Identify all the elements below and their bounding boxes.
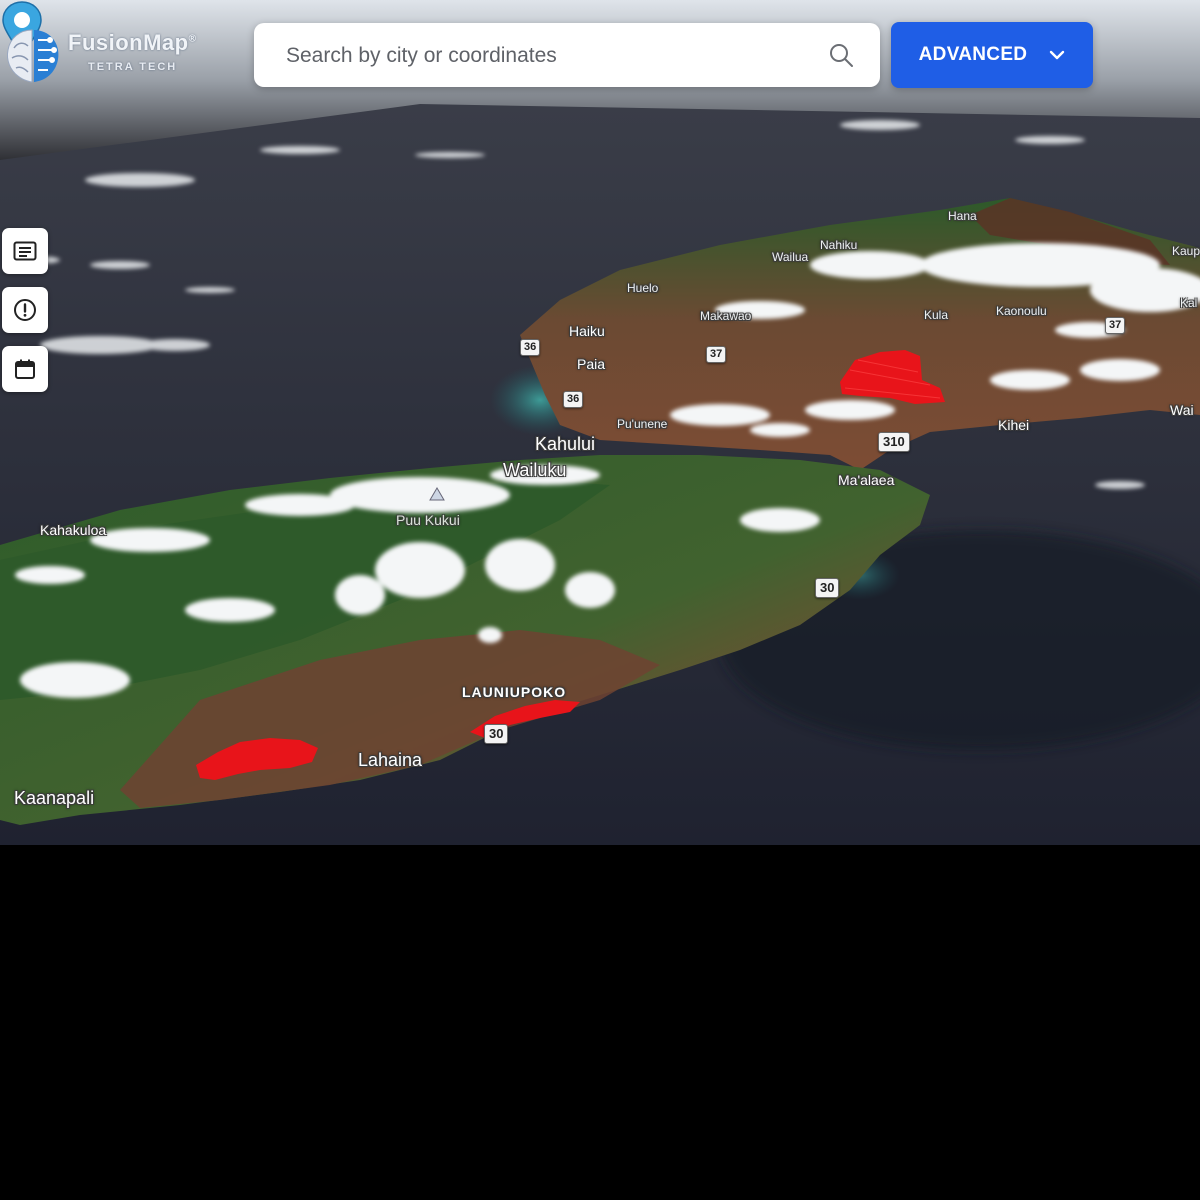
place-label-wailea: Wai <box>1170 402 1194 418</box>
place-label-lahaina: Lahaina <box>358 750 423 770</box>
place-label-paia: Paia <box>577 356 606 372</box>
legend-button[interactable] <box>2 228 48 274</box>
place-label-wailuku: Wailuku <box>503 460 567 480</box>
place-label-hana: Hana <box>948 209 977 223</box>
route-shield-30: 30 <box>815 578 840 598</box>
place-label-haiku: Haiku <box>569 323 605 339</box>
route-shield-37: 37 <box>1105 317 1126 334</box>
alert-circle-icon <box>14 299 36 321</box>
route-shield-30: 30 <box>484 724 509 744</box>
company-name: TETRA TECH <box>88 61 178 73</box>
app-name-text: FusionMap <box>68 30 189 55</box>
place-label-nahiku: Nahiku <box>820 238 858 252</box>
advanced-label: ADVANCED <box>918 44 1028 65</box>
map-view[interactable]: Kaanapali Lahaina LAUNIUPOKO Kahakuloa P… <box>0 0 1200 845</box>
search-bar <box>254 23 880 87</box>
peak-icon <box>429 487 445 501</box>
calendar-icon <box>15 359 35 379</box>
place-label-makawao: Makawao <box>700 309 752 323</box>
search-icon[interactable] <box>826 40 858 72</box>
place-label-maalaea: Ma'alaea <box>838 472 895 488</box>
place-label-kahului: Kahului <box>535 434 596 454</box>
app-logo[interactable]: FusionMap® TETRA TECH <box>0 18 210 88</box>
place-label-wailua: Wailua <box>772 250 809 264</box>
place-label-launiupoko: LAUNIUPOKO <box>462 684 567 700</box>
app-name: FusionMap® <box>68 30 196 56</box>
place-label-huelo: Huelo <box>627 281 659 295</box>
place-label-puu-kukui: Puu Kukui <box>396 512 460 528</box>
list-icon <box>13 241 37 261</box>
place-label-kahakuloa: Kahakuloa <box>40 522 107 538</box>
fusionmap-logo-icon <box>7 29 59 83</box>
route-shield-37: 37 <box>706 346 727 363</box>
letterbox-bar <box>0 845 1200 1200</box>
place-label-kahikinui: Kal <box>1180 296 1198 310</box>
route-shield-310: 310 <box>878 432 910 452</box>
place-label-kaonoulu: Kaonoulu <box>996 304 1047 318</box>
route-shield-36: 36 <box>563 391 584 408</box>
place-label-kihei: Kihei <box>998 417 1030 433</box>
info-button[interactable] <box>2 287 48 333</box>
advanced-button[interactable]: ADVANCED <box>891 22 1093 88</box>
map-app: Kaanapali Lahaina LAUNIUPOKO Kahakuloa P… <box>0 0 1200 1200</box>
chevron-down-icon <box>1050 50 1065 60</box>
search-input[interactable] <box>284 37 808 75</box>
route-shield-36: 36 <box>520 339 541 356</box>
place-label-kaupo: Kaup <box>1172 244 1200 258</box>
trademark: ® <box>188 33 197 45</box>
place-label-puunene: Pu'unene <box>617 417 668 431</box>
calendar-button[interactable] <box>2 346 48 392</box>
place-label-kula: Kula <box>924 308 949 322</box>
place-label-kaanapali: Kaanapali <box>14 788 95 808</box>
